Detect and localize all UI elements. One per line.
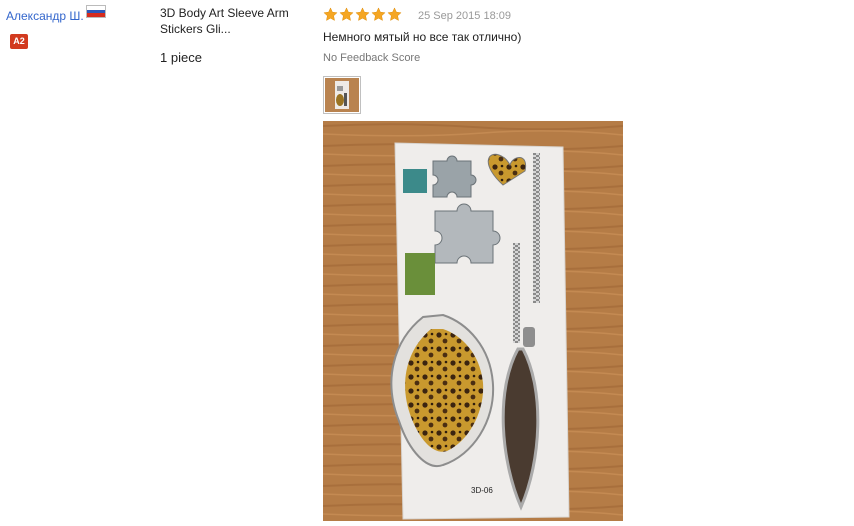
product-quantity: 1 piece	[160, 50, 202, 65]
star-icon	[323, 7, 338, 21]
flag-stripe-red	[87, 13, 105, 17]
puzzle-sticker-large	[434, 203, 501, 264]
green-scales-sticker	[405, 253, 435, 295]
star-icon	[387, 7, 402, 21]
zipper-sticker-small	[533, 153, 540, 303]
review-photo-thumbnail[interactable]	[323, 76, 361, 114]
zipper-pull-icon	[523, 327, 535, 347]
review-date: 25 Sep 2015 18:09	[418, 10, 511, 22]
star-icon	[339, 7, 354, 21]
country-flag-icon	[86, 5, 106, 18]
review-photo[interactable]: 3D-06	[323, 121, 623, 521]
review-text: Немного мятый но все так отлично)	[323, 30, 522, 44]
star-icon	[371, 7, 386, 21]
star-rating	[323, 7, 402, 22]
puzzle-sticker-small	[432, 155, 477, 198]
thumbnail-image	[325, 78, 359, 112]
reviewer-name-link[interactable]: Александр Ш.	[6, 9, 84, 23]
product-title: 3D Body Art Sleeve Arm Stickers Gli...	[160, 6, 289, 36]
teal-patch-sticker	[403, 169, 427, 193]
feedback-score: No Feedback Score	[323, 52, 421, 64]
star-icon	[355, 7, 370, 21]
zipper-sticker-track	[513, 243, 520, 343]
sticker-code-label: 3D-06	[471, 486, 493, 495]
buyer-level-badge: A2	[10, 34, 28, 49]
